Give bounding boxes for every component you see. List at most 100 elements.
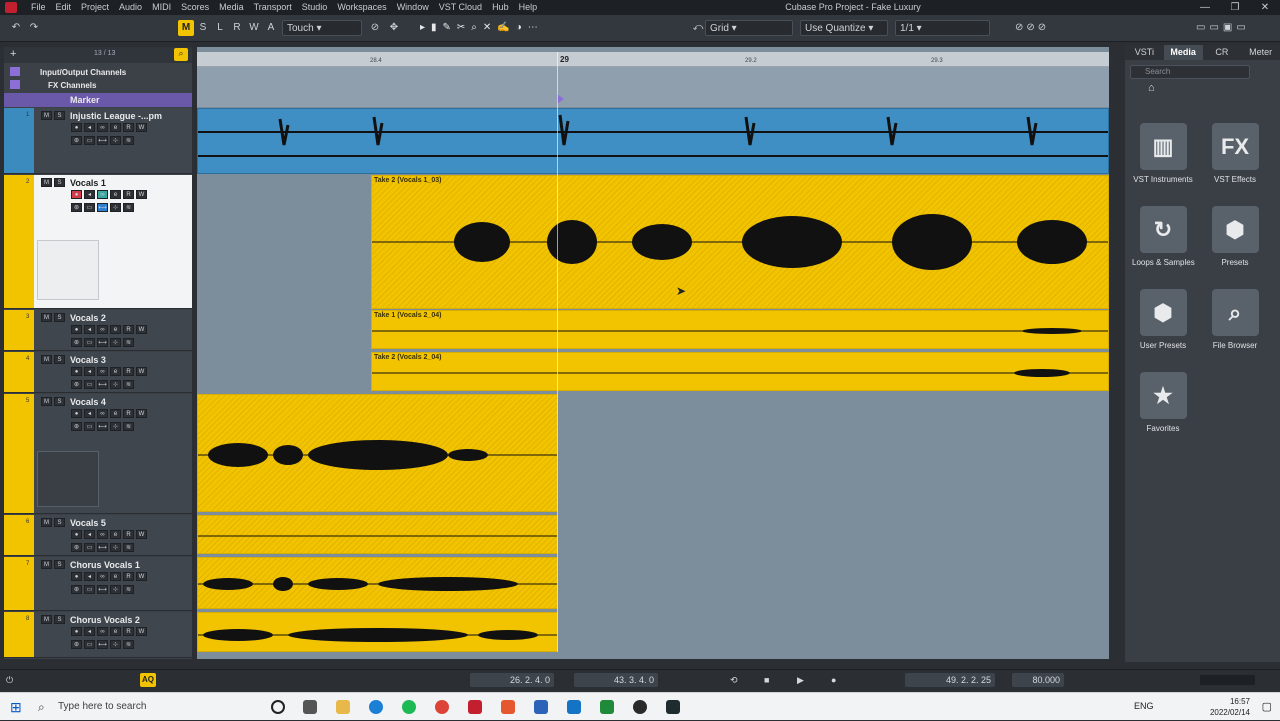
folder-icon[interactable]: ▭ [84, 380, 95, 389]
right-locator[interactable]: 43. 3. 4. 0 [574, 673, 658, 687]
file-explorer-icon[interactable] [336, 700, 350, 714]
tab-media[interactable]: Media [1163, 45, 1203, 60]
mute-toggle[interactable]: M [41, 560, 52, 569]
audio-event[interactable] [197, 557, 558, 609]
add-track-icon[interactable]: + [10, 48, 16, 60]
listen-button[interactable]: L [212, 20, 228, 36]
lane-icon[interactable]: ⟷ [97, 585, 108, 594]
obs-icon[interactable] [633, 700, 647, 714]
read-toggle[interactable]: R [123, 409, 134, 418]
monitor-toggle[interactable]: ◂ [84, 123, 95, 132]
tile-presets[interactable]: ⬢ Presets [1204, 206, 1266, 267]
audio-event[interactable] [197, 612, 558, 652]
channel-icon[interactable]: ⊛ [71, 338, 82, 347]
store-icon[interactable] [534, 700, 548, 714]
eq-icon[interactable]: ≋ [123, 543, 134, 552]
track-row[interactable]: 8 MS Chorus Vocals 2 ● ◂ ∞ e R W ⊛ ▭ ⟷ ⊹ ≋ [4, 612, 192, 658]
zone-toggles[interactable]: ▭▭▣▭ [1196, 20, 1274, 36]
insert-icon[interactable]: ⊹ [110, 338, 121, 347]
lanes-toggle[interactable]: ∞ [97, 190, 108, 199]
tile-vst-instruments[interactable]: ▥ VST Instruments [1132, 123, 1194, 184]
solo-toggle[interactable]: S [54, 355, 65, 364]
audio-event[interactable] [197, 515, 558, 554]
lane-icon[interactable]: ⟷ [97, 640, 108, 649]
read-toggle[interactable]: R [123, 190, 134, 199]
write-button[interactable]: W [246, 20, 262, 36]
mute-toggle[interactable]: M [41, 178, 52, 187]
solo-toggle[interactable]: S [54, 397, 65, 406]
write-toggle[interactable]: W [136, 530, 147, 539]
record-toggle[interactable]: ● [71, 572, 82, 581]
channel-icon[interactable]: ⊛ [71, 585, 82, 594]
clock[interactable]: 16:57 2022/02/14 [1210, 696, 1250, 718]
insert-icon[interactable]: ⊹ [110, 585, 121, 594]
constrain-icon[interactable]: ⊘ [367, 20, 383, 36]
eq-icon[interactable]: ≋ [123, 585, 134, 594]
app-icon[interactable] [501, 700, 515, 714]
tile-user-presets[interactable]: ⬢ User Presets [1132, 289, 1194, 350]
mute-toggle[interactable]: M [41, 111, 52, 120]
solo-toggle[interactable]: S [54, 111, 65, 120]
lane-icon[interactable]: ⟷ [97, 422, 108, 431]
audio-event[interactable] [197, 394, 558, 512]
track-row[interactable]: 7 MS Chorus Vocals 1 ● ◂ ∞ e R W ⊛ ▭ ⟷ ⊹ ≋ [4, 557, 192, 611]
track-row[interactable]: 1 MS Injustic League -...pm ● ◂ ∞ e R W ⊛ ▭ ⟷ ⊹ ≋ [4, 108, 192, 174]
solo-toggle[interactable]: S [54, 518, 65, 527]
tile-file-browser[interactable]: ⌕ File Browser [1204, 289, 1266, 350]
track-row[interactable]: 2 MS Vocals 1 ● ◂ ∞ e R W ⊛ ▭ ⟷ ⊹ ≋ [4, 175, 192, 309]
lanes-toggle[interactable]: ∞ [97, 123, 108, 132]
record-icon[interactable]: ● [831, 673, 836, 687]
read-toggle[interactable]: R [123, 367, 134, 376]
folder-icon[interactable]: ▭ [84, 422, 95, 431]
stop-icon[interactable]: ■ [764, 673, 769, 687]
insert-icon[interactable]: ⊹ [110, 422, 121, 431]
folder-icon[interactable]: ▭ [84, 543, 95, 552]
cycle-icon[interactable]: ⟲ [730, 673, 738, 687]
edit-toggle[interactable]: e [110, 123, 121, 132]
tab-cr[interactable]: CR [1203, 45, 1242, 60]
quantize-value-select[interactable]: 1/1 ▾ [895, 20, 990, 36]
left-locator[interactable]: 26. 2. 4. 0 [470, 673, 554, 687]
write-toggle[interactable]: W [136, 627, 147, 636]
close-button[interactable]: ✕ [1250, 0, 1280, 15]
record-toggle[interactable]: ● [71, 530, 82, 539]
aq-button[interactable]: AQ [140, 673, 156, 687]
read-toggle[interactable]: R [123, 530, 134, 539]
mute-toggle[interactable]: M [41, 313, 52, 322]
record-toggle[interactable]: ● [71, 627, 82, 636]
tile-loops-samples[interactable]: ↻ Loops & Samples [1132, 206, 1195, 267]
play-icon[interactable]: ▶ [797, 673, 804, 687]
insert-icon[interactable]: ⊹ [110, 380, 121, 389]
cubase-icon[interactable] [468, 700, 482, 714]
marker-flag-icon[interactable] [557, 94, 564, 104]
project-cursor[interactable] [557, 52, 558, 652]
tool-palette[interactable]: ▸▮✎✂⌕✕✍◑⋯ [420, 20, 650, 36]
folder-io-channels[interactable]: Input/Output Channels [4, 66, 192, 80]
lane-icon[interactable]: ⟷ [97, 543, 108, 552]
folder-fx-channels[interactable]: FX Channels [4, 79, 192, 93]
lanes-toggle[interactable]: ∞ [97, 627, 108, 636]
mute-toggle[interactable]: M [41, 615, 52, 624]
record-toggle[interactable]: ● [71, 190, 82, 199]
tab-meter[interactable]: Meter [1241, 45, 1280, 60]
write-toggle[interactable]: W [136, 367, 147, 376]
automation-mode-select[interactable]: Touch ▾ [282, 20, 362, 36]
lanes-toggle[interactable]: ∞ [97, 530, 108, 539]
eq-icon[interactable]: ≋ [123, 640, 134, 649]
minimize-button[interactable]: — [1190, 0, 1220, 15]
media-search-input[interactable]: Search [1130, 65, 1250, 79]
lane-icon[interactable]: ⟷ [97, 380, 108, 389]
quantize-tools[interactable]: ⊘⊘⊘ [1015, 20, 1070, 36]
lane-icon[interactable]: ⟷ [97, 136, 108, 145]
read-toggle[interactable]: R [123, 627, 134, 636]
record-toggle[interactable]: ● [71, 409, 82, 418]
tile-vst-effects[interactable]: FX VST Effects [1204, 123, 1266, 184]
spotify-icon[interactable] [402, 700, 416, 714]
record-toggle[interactable]: ● [71, 367, 82, 376]
track-row[interactable]: 5 MS Vocals 4 ● ◂ ∞ e R W ⊛ ▭ ⟷ ⊹ ≋ [4, 394, 192, 514]
edit-toggle[interactable]: e [110, 627, 121, 636]
lanes-toggle[interactable]: ∞ [97, 572, 108, 581]
solo-button[interactable]: S [195, 20, 211, 36]
lanes-toggle[interactable]: ∞ [97, 409, 108, 418]
read-toggle[interactable]: R [123, 123, 134, 132]
